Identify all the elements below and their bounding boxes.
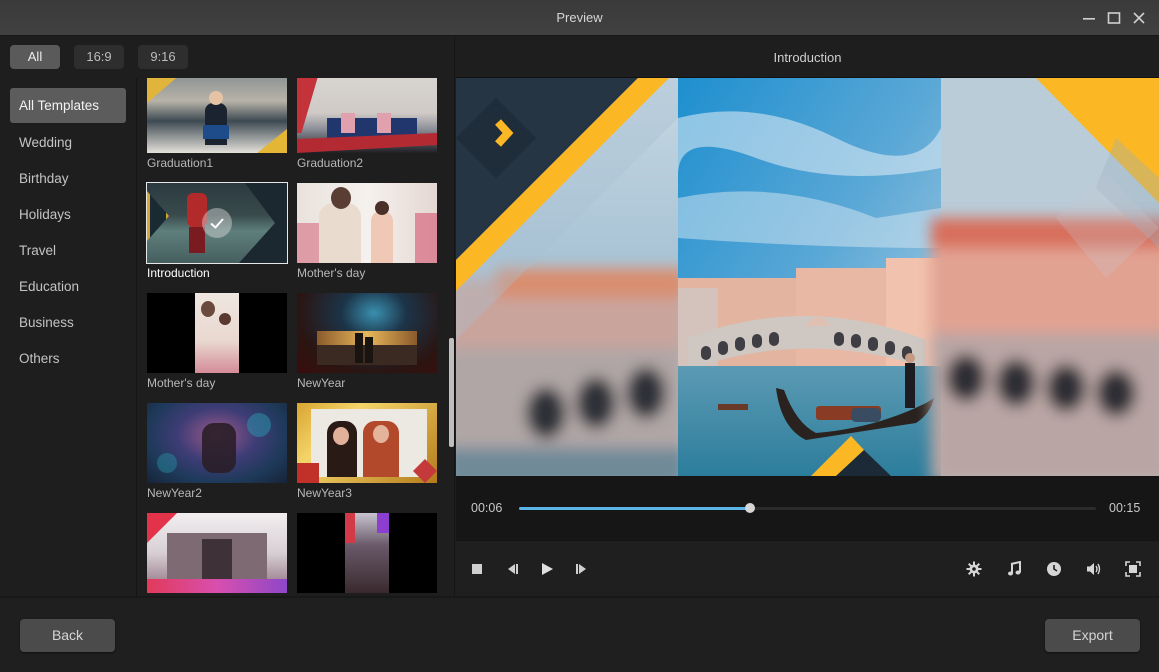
music-icon [1008,561,1021,576]
template-label: NewYear [297,376,346,390]
right-blur-panel [931,78,1159,476]
template-thumbnail [146,182,288,264]
preview-frame [456,78,1159,476]
template-label: Introduction [147,266,210,280]
template-tile-newyear2[interactable]: NewYear2 [147,403,287,502]
template-panel: All 16:9 9:16 All Templates Wedding Birt… [0,37,455,596]
template-grid-scrollbar[interactable] [449,338,454,447]
template-tile-mothers-day[interactable]: Mother's day [297,183,437,282]
category-all-templates[interactable]: All Templates [10,88,126,123]
checkmark-icon [210,218,224,229]
maximize-icon [1107,12,1121,24]
previous-frame-button[interactable] [502,558,524,580]
fullscreen-button[interactable] [1122,558,1144,580]
close-icon [1133,12,1145,24]
template-label: Graduation1 [147,156,214,170]
filter-9-16[interactable]: 9:16 [138,45,188,69]
template-label: Mother's day [147,376,216,390]
category-wedding[interactable]: Wedding [10,125,126,160]
back-button[interactable]: Back [20,619,115,652]
category-others[interactable]: Others [10,341,126,376]
next-frame-icon [576,564,586,574]
category-birthday[interactable]: Birthday [10,161,126,196]
template-grid: Graduation1 Graduation2 Introduction Mot… [138,78,454,596]
template-label: Mother's day [297,266,366,280]
app-window: Preview All 16:9 9:16 All Templates Wedd… [0,0,1159,672]
export-button[interactable]: Export [1045,619,1140,652]
volume-icon [1087,563,1101,575]
close-button[interactable] [1128,8,1150,28]
stop-icon [472,564,482,574]
template-tile-newyear3[interactable]: NewYear3 [297,403,437,502]
category-sidebar: All Templates Wedding Birthday Holidays … [0,78,137,596]
category-travel[interactable]: Travel [10,233,126,268]
template-label: NewYear2 [147,486,202,500]
play-icon [542,563,553,575]
template-thumbnail [147,293,287,373]
seek-handle[interactable] [744,503,755,513]
next-frame-button[interactable] [570,558,592,580]
template-tile-newyear[interactable]: NewYear [297,293,437,392]
template-tile-introduction[interactable]: Introduction [146,182,288,282]
music-button[interactable] [1003,558,1025,580]
template-thumbnail [297,183,437,263]
footer-bar: Back Export [0,596,1159,672]
template-thumbnail [297,513,437,593]
template-label: NewYear3 [297,486,352,500]
aspect-filter-bar: All 16:9 9:16 [0,37,455,77]
template-thumbnail [147,513,287,593]
center-image-panel [677,78,941,476]
previous-frame-icon [508,564,518,574]
filter-all[interactable]: All [10,45,60,69]
filter-16-9[interactable]: 16:9 [74,45,124,69]
template-thumbnail [297,78,437,153]
settings-button[interactable] [963,558,985,580]
video-preview[interactable] [456,78,1159,476]
total-time: 00:15 [1109,501,1141,515]
current-time: 00:06 [471,501,503,515]
template-thumbnail [297,293,437,373]
template-tile-graduation2[interactable]: Graduation2 [297,78,437,172]
template-label: Graduation2 [297,156,364,170]
category-business[interactable]: Business [10,305,126,340]
clock-icon [1047,562,1061,576]
timeline-bar: 00:06 00:15 [456,476,1159,540]
template-tile-street[interactable] [297,513,437,596]
category-holidays[interactable]: Holidays [10,197,126,232]
category-education[interactable]: Education [10,269,126,304]
template-thumbnail [147,78,287,153]
template-tile-shopfront[interactable] [147,513,287,596]
minimize-button[interactable] [1078,8,1100,28]
minimize-icon [1083,18,1095,20]
seek-progress [519,507,750,510]
template-tile-graduation1[interactable]: Graduation1 [147,78,287,172]
selected-check [202,208,232,238]
duration-button[interactable] [1043,558,1065,580]
window-title: Preview [556,10,603,25]
fullscreen-icon [1125,561,1141,577]
player-controls [456,540,1159,596]
preview-title: Introduction [456,37,1159,78]
seek-track[interactable] [519,503,1096,513]
template-thumbnail [297,403,437,483]
play-button[interactable] [536,558,558,580]
preview-panel: Introduction 00:06 00:15 [456,37,1159,596]
volume-button[interactable] [1083,558,1105,580]
template-thumbnail [147,403,287,483]
maximize-button[interactable] [1103,8,1125,28]
title-bar: Preview [0,0,1159,36]
settings-icon [966,561,982,577]
template-tile-mothers-day-vertical[interactable]: Mother's day [147,293,287,392]
stop-button[interactable] [466,558,488,580]
